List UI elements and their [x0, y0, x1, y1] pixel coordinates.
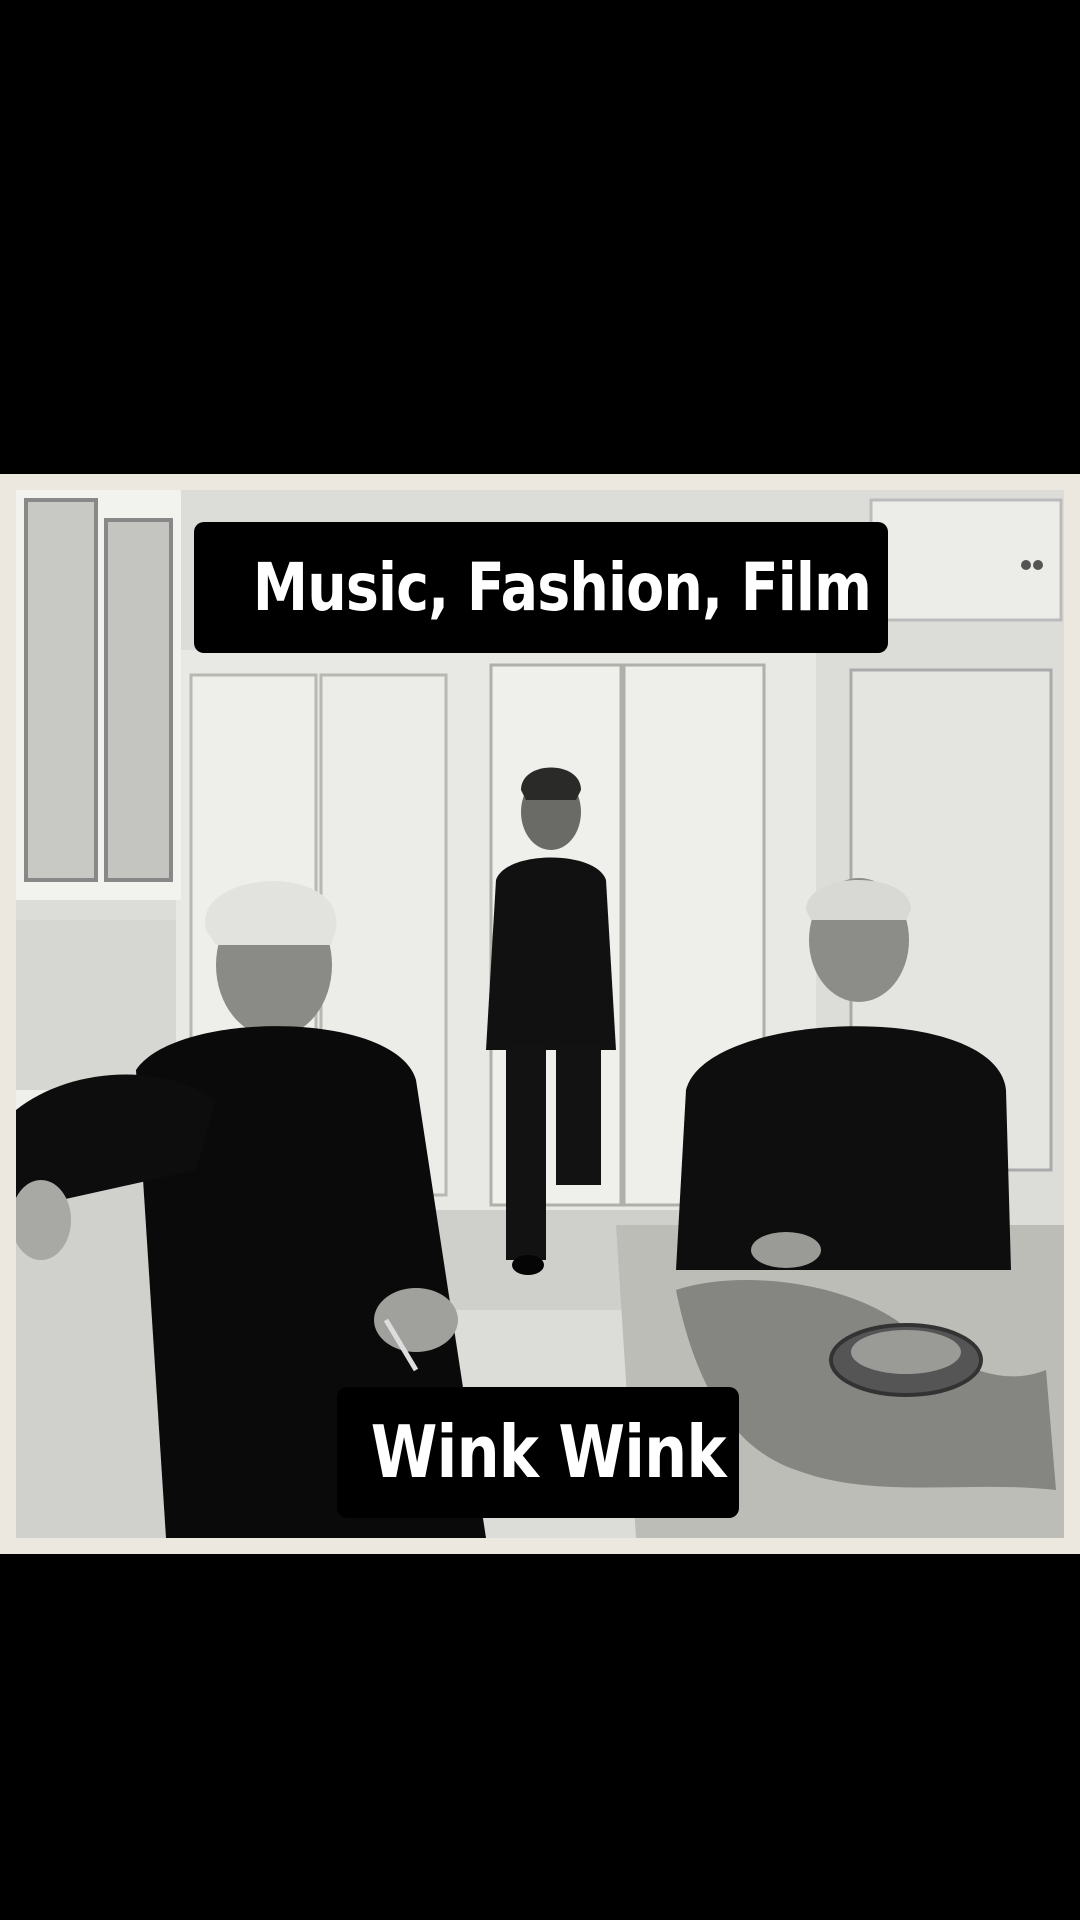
caption-top-text: Music, Fashion, Film: [252, 549, 872, 626]
caption-bottom-text: Wink Wink: [370, 1410, 727, 1494]
caption-bottom: Wink Wink: [337, 1387, 739, 1518]
caption-top: Music, Fashion, Film: [194, 522, 888, 653]
story-screen: Music, Fashion, Film Wink Wink: [0, 0, 1080, 1920]
